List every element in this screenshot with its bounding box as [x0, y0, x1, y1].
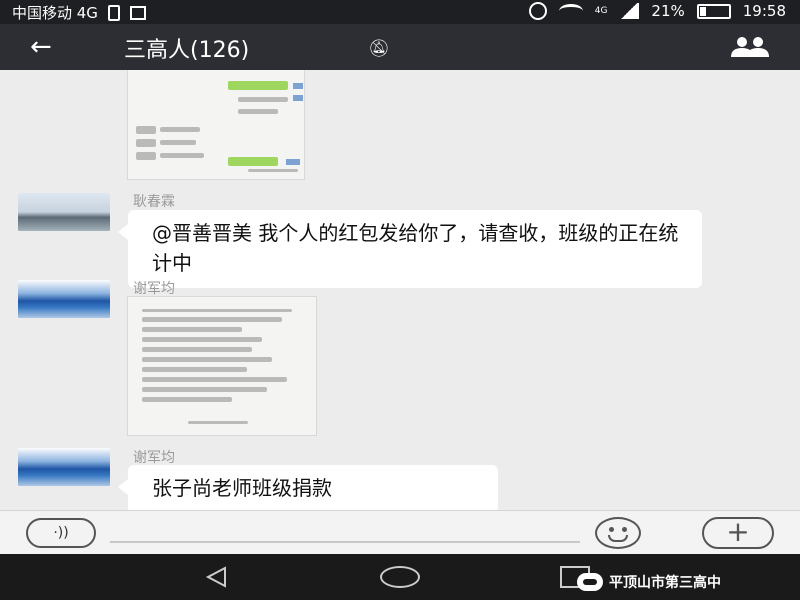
- image-message-screenshot[interactable]: [127, 70, 305, 180]
- message-bubble[interactable]: 张子尚老师班级捐款: [118, 465, 498, 510]
- system-nav-bar: 平顶山市第三高中: [0, 554, 800, 600]
- wifi-icon: [558, 4, 583, 18]
- plus-icon[interactable]: +: [702, 517, 774, 549]
- sender-name: 谢军均: [133, 450, 175, 466]
- nav-home-icon[interactable]: [380, 566, 420, 588]
- bell-muted-icon: 🔕︎: [368, 39, 390, 59]
- clock: 19:58: [742, 2, 786, 20]
- sender-avatar[interactable]: [18, 448, 110, 486]
- wechat-icon: [577, 573, 603, 591]
- message-input[interactable]: [110, 541, 580, 543]
- back-arrow-icon[interactable]: ←: [30, 34, 52, 60]
- input-bar: ·)) +: [0, 510, 800, 554]
- chat-header: ← 三高人(126) 🔕︎: [0, 24, 800, 70]
- watermark-text: 平顶山市第三高中: [609, 575, 721, 591]
- nav-back-icon[interactable]: [205, 566, 227, 588]
- battery-icon: [696, 3, 731, 19]
- emoji-icon[interactable]: [595, 517, 641, 549]
- sender-name: 谢军均: [133, 281, 175, 297]
- sender-avatar[interactable]: [18, 280, 110, 318]
- battery-percent: 21%: [651, 2, 685, 20]
- image-message-document[interactable]: [127, 296, 317, 436]
- message-bubble[interactable]: @晋善晋美 我个人的红包发给你了，请查收，班级的正在统计中: [118, 210, 702, 288]
- sim-icon: [107, 4, 120, 21]
- status-bar: 中国移动 4G 4G 21% 19:58: [0, 0, 800, 24]
- chat-title: 三高人(126): [124, 38, 250, 63]
- network-badge: 4G: [594, 6, 608, 16]
- sender-name: 耿春霖: [133, 194, 175, 210]
- chat-area[interactable]: 耿春霖 @晋善晋美 我个人的红包发给你了，请查收，班级的正在统计中 谢军均 谢军…: [0, 70, 800, 510]
- carrier-text: 中国移动 4G: [12, 4, 98, 22]
- voice-toggle-icon[interactable]: ·)): [26, 518, 96, 548]
- group-members-icon[interactable]: [728, 36, 772, 58]
- alarm-icon: [528, 2, 547, 20]
- sender-avatar[interactable]: [18, 193, 110, 231]
- image-notification-icon: [129, 5, 146, 20]
- watermark: 平顶山市第三高中: [577, 572, 721, 592]
- signal-icon: [619, 3, 640, 19]
